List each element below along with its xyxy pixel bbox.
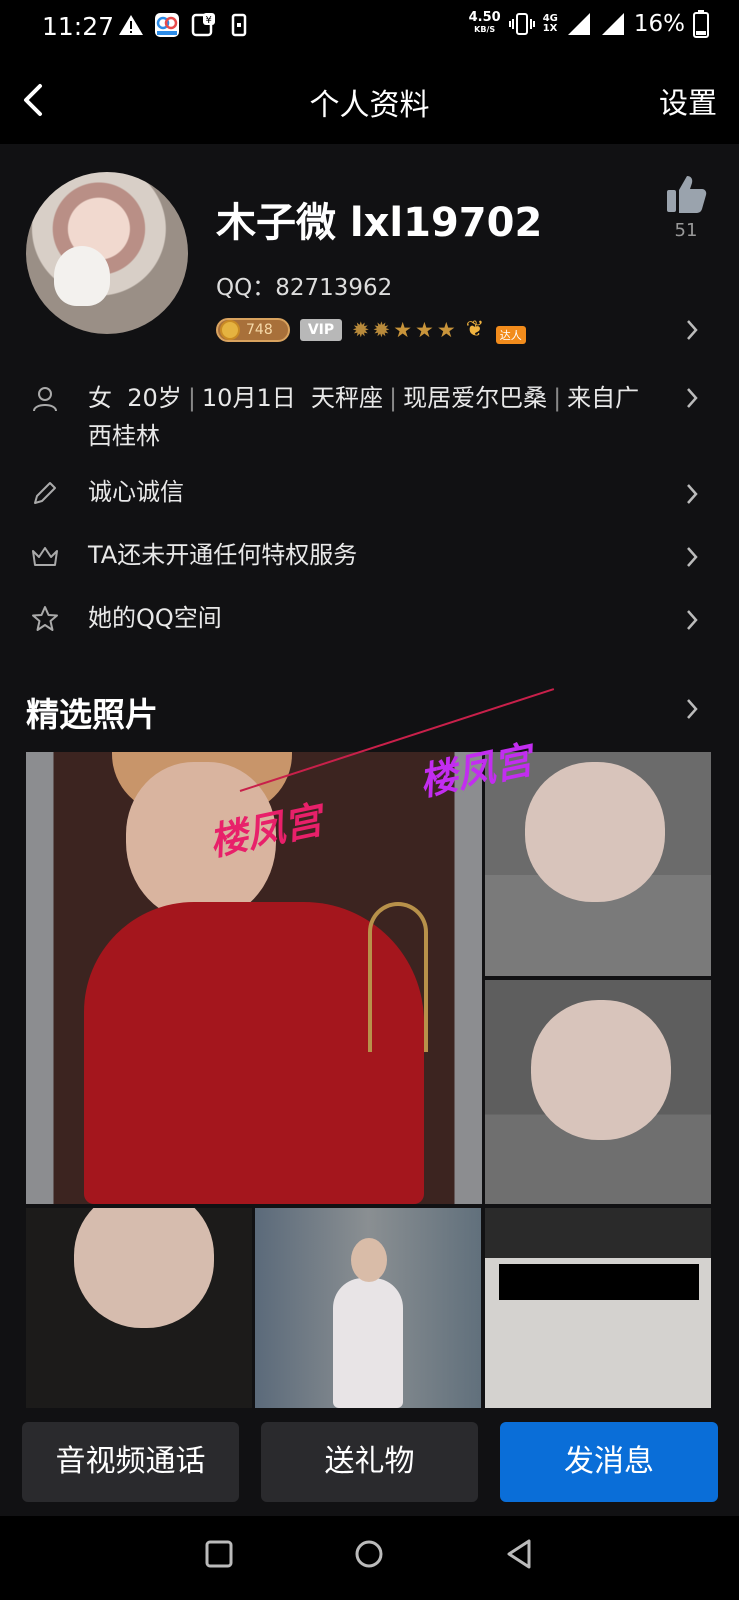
signal-icon-2 xyxy=(601,13,624,35)
photos-section-title: 精选照片 xyxy=(26,695,158,734)
status-bar: 11:27 ¥ 4.50 KB/S 4G 1X 16% xyxy=(0,0,739,56)
av-call-button[interactable]: 音视频通话 xyxy=(22,1422,239,1502)
sun-icon: ✹ xyxy=(372,318,391,342)
vip-badge: VIP xyxy=(300,319,342,341)
signature-text[interactable]: 诚心诚信 xyxy=(88,473,184,511)
warning-icon xyxy=(119,15,143,35)
privilege-text[interactable]: TA还未开通任何特权服务 xyxy=(88,536,357,574)
level-stars: ✹ ✹ ★ ★ ★ xyxy=(352,319,456,341)
coin-icon xyxy=(220,320,240,340)
basic-info[interactable]: 女 20岁 | 10月1日 天秤座 | 现居爱尔巴桑 | 来自广 西桂林 xyxy=(88,379,688,455)
send-gift-button[interactable]: 送礼物 xyxy=(261,1422,478,1502)
action-bar: 音视频通话 送礼物 发消息 xyxy=(0,1410,739,1516)
like-count: 51 xyxy=(674,220,698,241)
battery-percent: 16% xyxy=(633,11,685,37)
avatar[interactable] xyxy=(26,172,188,334)
payment-notification-icon: ¥ xyxy=(191,13,215,37)
photo-thumb[interactable] xyxy=(485,1208,711,1408)
status-time: 11:27 xyxy=(42,12,115,41)
phone-notification-icon xyxy=(231,13,247,37)
star-icon: ★ xyxy=(393,318,413,342)
photo-thumb[interactable] xyxy=(26,1208,252,1408)
coin-badge: 748 xyxy=(216,318,290,342)
qq-number: QQ：82713962 xyxy=(216,275,393,301)
net-speed: 4.50 KB/S xyxy=(468,10,501,34)
signal-icon xyxy=(567,13,590,35)
chevron-right-icon[interactable] xyxy=(685,386,699,410)
sun-icon: ✹ xyxy=(352,318,370,342)
star-icon: ★ xyxy=(436,318,456,342)
nav-header: 个人资料 设置 xyxy=(0,56,739,144)
svg-text:¥: ¥ xyxy=(206,15,212,26)
qzone-star-icon xyxy=(32,606,58,631)
person-icon xyxy=(33,387,57,412)
photo-thumb[interactable] xyxy=(485,980,711,1204)
chevron-right-icon[interactable] xyxy=(685,482,699,506)
network-type: 4G 1X xyxy=(542,13,558,34)
chevron-right-icon[interactable] xyxy=(685,608,699,632)
pencil-icon xyxy=(34,482,56,504)
recents-icon[interactable] xyxy=(201,1536,237,1572)
send-message-button[interactable]: 发消息 xyxy=(500,1422,718,1502)
vibrate-icon xyxy=(508,13,535,35)
page-title: 个人资料 xyxy=(309,88,430,123)
like-button[interactable]: 51 xyxy=(663,174,709,244)
star-icon: ★ xyxy=(415,318,434,342)
notification-icons: ¥ xyxy=(118,12,252,38)
settings-button[interactable]: 设置 xyxy=(659,80,717,122)
app-notification-icon xyxy=(155,13,179,37)
profile-name: 木子微 lxl19702 xyxy=(216,200,543,246)
photo-thumb[interactable] xyxy=(255,1208,481,1408)
chevron-right-icon[interactable] xyxy=(685,318,699,342)
battery-icon xyxy=(693,10,709,38)
home-icon[interactable] xyxy=(351,1536,387,1572)
qzone-text[interactable]: 她的QQ空间 xyxy=(88,599,222,637)
crown-icon xyxy=(32,547,58,566)
chevron-right-icon[interactable] xyxy=(685,697,699,721)
thumbs-up-icon xyxy=(667,176,707,213)
system-nav-bar xyxy=(0,1516,739,1600)
badge-row[interactable]: 748 VIP ✹ ✹ ★ ★ ★ ❦ 达人 xyxy=(216,316,530,344)
chevron-right-icon[interactable] xyxy=(685,545,699,569)
status-right: 4.50 KB/S 4G 1X 16% xyxy=(469,10,709,38)
back-nav-icon[interactable] xyxy=(503,1536,539,1572)
daren-badge: ❦ 达人 xyxy=(466,316,530,344)
